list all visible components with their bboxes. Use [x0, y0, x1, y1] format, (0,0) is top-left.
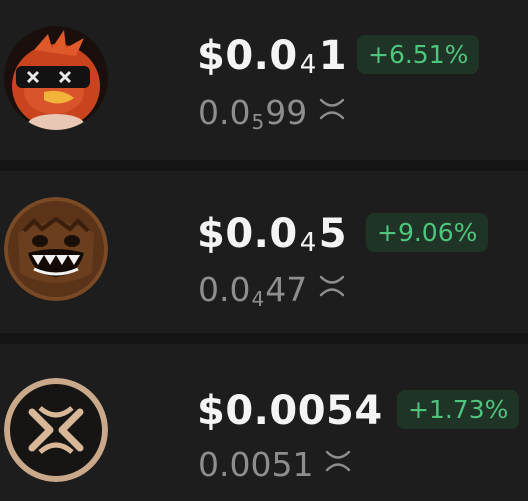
price-main: $0.0: [197, 33, 298, 79]
change-badge: +9.06%: [366, 213, 489, 253]
native-price: 0.0599: [198, 96, 345, 132]
native-main: 0.0: [198, 93, 251, 132]
price-tail: 1: [318, 33, 348, 79]
price-zero-count: 4: [299, 228, 317, 258]
gold-monogram-avatar-icon: [4, 378, 108, 482]
token-list: $0.041 +6.51% 0.0599 $0.045 +9.06% 0.044…: [0, 0, 528, 501]
native-zero-count: 4: [251, 287, 265, 311]
xrp-icon: [320, 275, 345, 297]
native-main: 0.0051: [198, 445, 314, 484]
native-main: 0.0: [198, 270, 251, 309]
native-zero-count: 5: [251, 110, 265, 134]
change-badge: +1.73%: [397, 390, 520, 430]
token-row[interactable]: $0.041 +6.51% 0.0599: [0, 0, 528, 160]
xrp-icon: [326, 450, 351, 472]
token-price: $0.0054: [197, 391, 383, 431]
brown-creature-avatar-icon: [4, 197, 108, 301]
red-bird-avatar-icon: [4, 26, 108, 130]
native-price: 0.0447: [198, 273, 345, 309]
price-main: $0.0054: [197, 388, 383, 434]
token-row[interactable]: $0.0054 +1.73% 0.0051: [0, 344, 528, 501]
price-main: $0.0: [197, 211, 298, 257]
xrp-icon: [320, 98, 345, 120]
native-price: 0.0051: [198, 448, 351, 481]
change-badge: +6.51%: [357, 35, 480, 75]
native-tail: 47: [265, 270, 308, 309]
native-tail: 99: [265, 93, 308, 132]
price-tail: 5: [318, 211, 348, 257]
token-row[interactable]: $0.045 +9.06% 0.0447: [0, 171, 528, 333]
price-zero-count: 4: [299, 50, 317, 80]
token-price: $0.045: [197, 214, 347, 256]
token-price: $0.041: [197, 36, 347, 78]
